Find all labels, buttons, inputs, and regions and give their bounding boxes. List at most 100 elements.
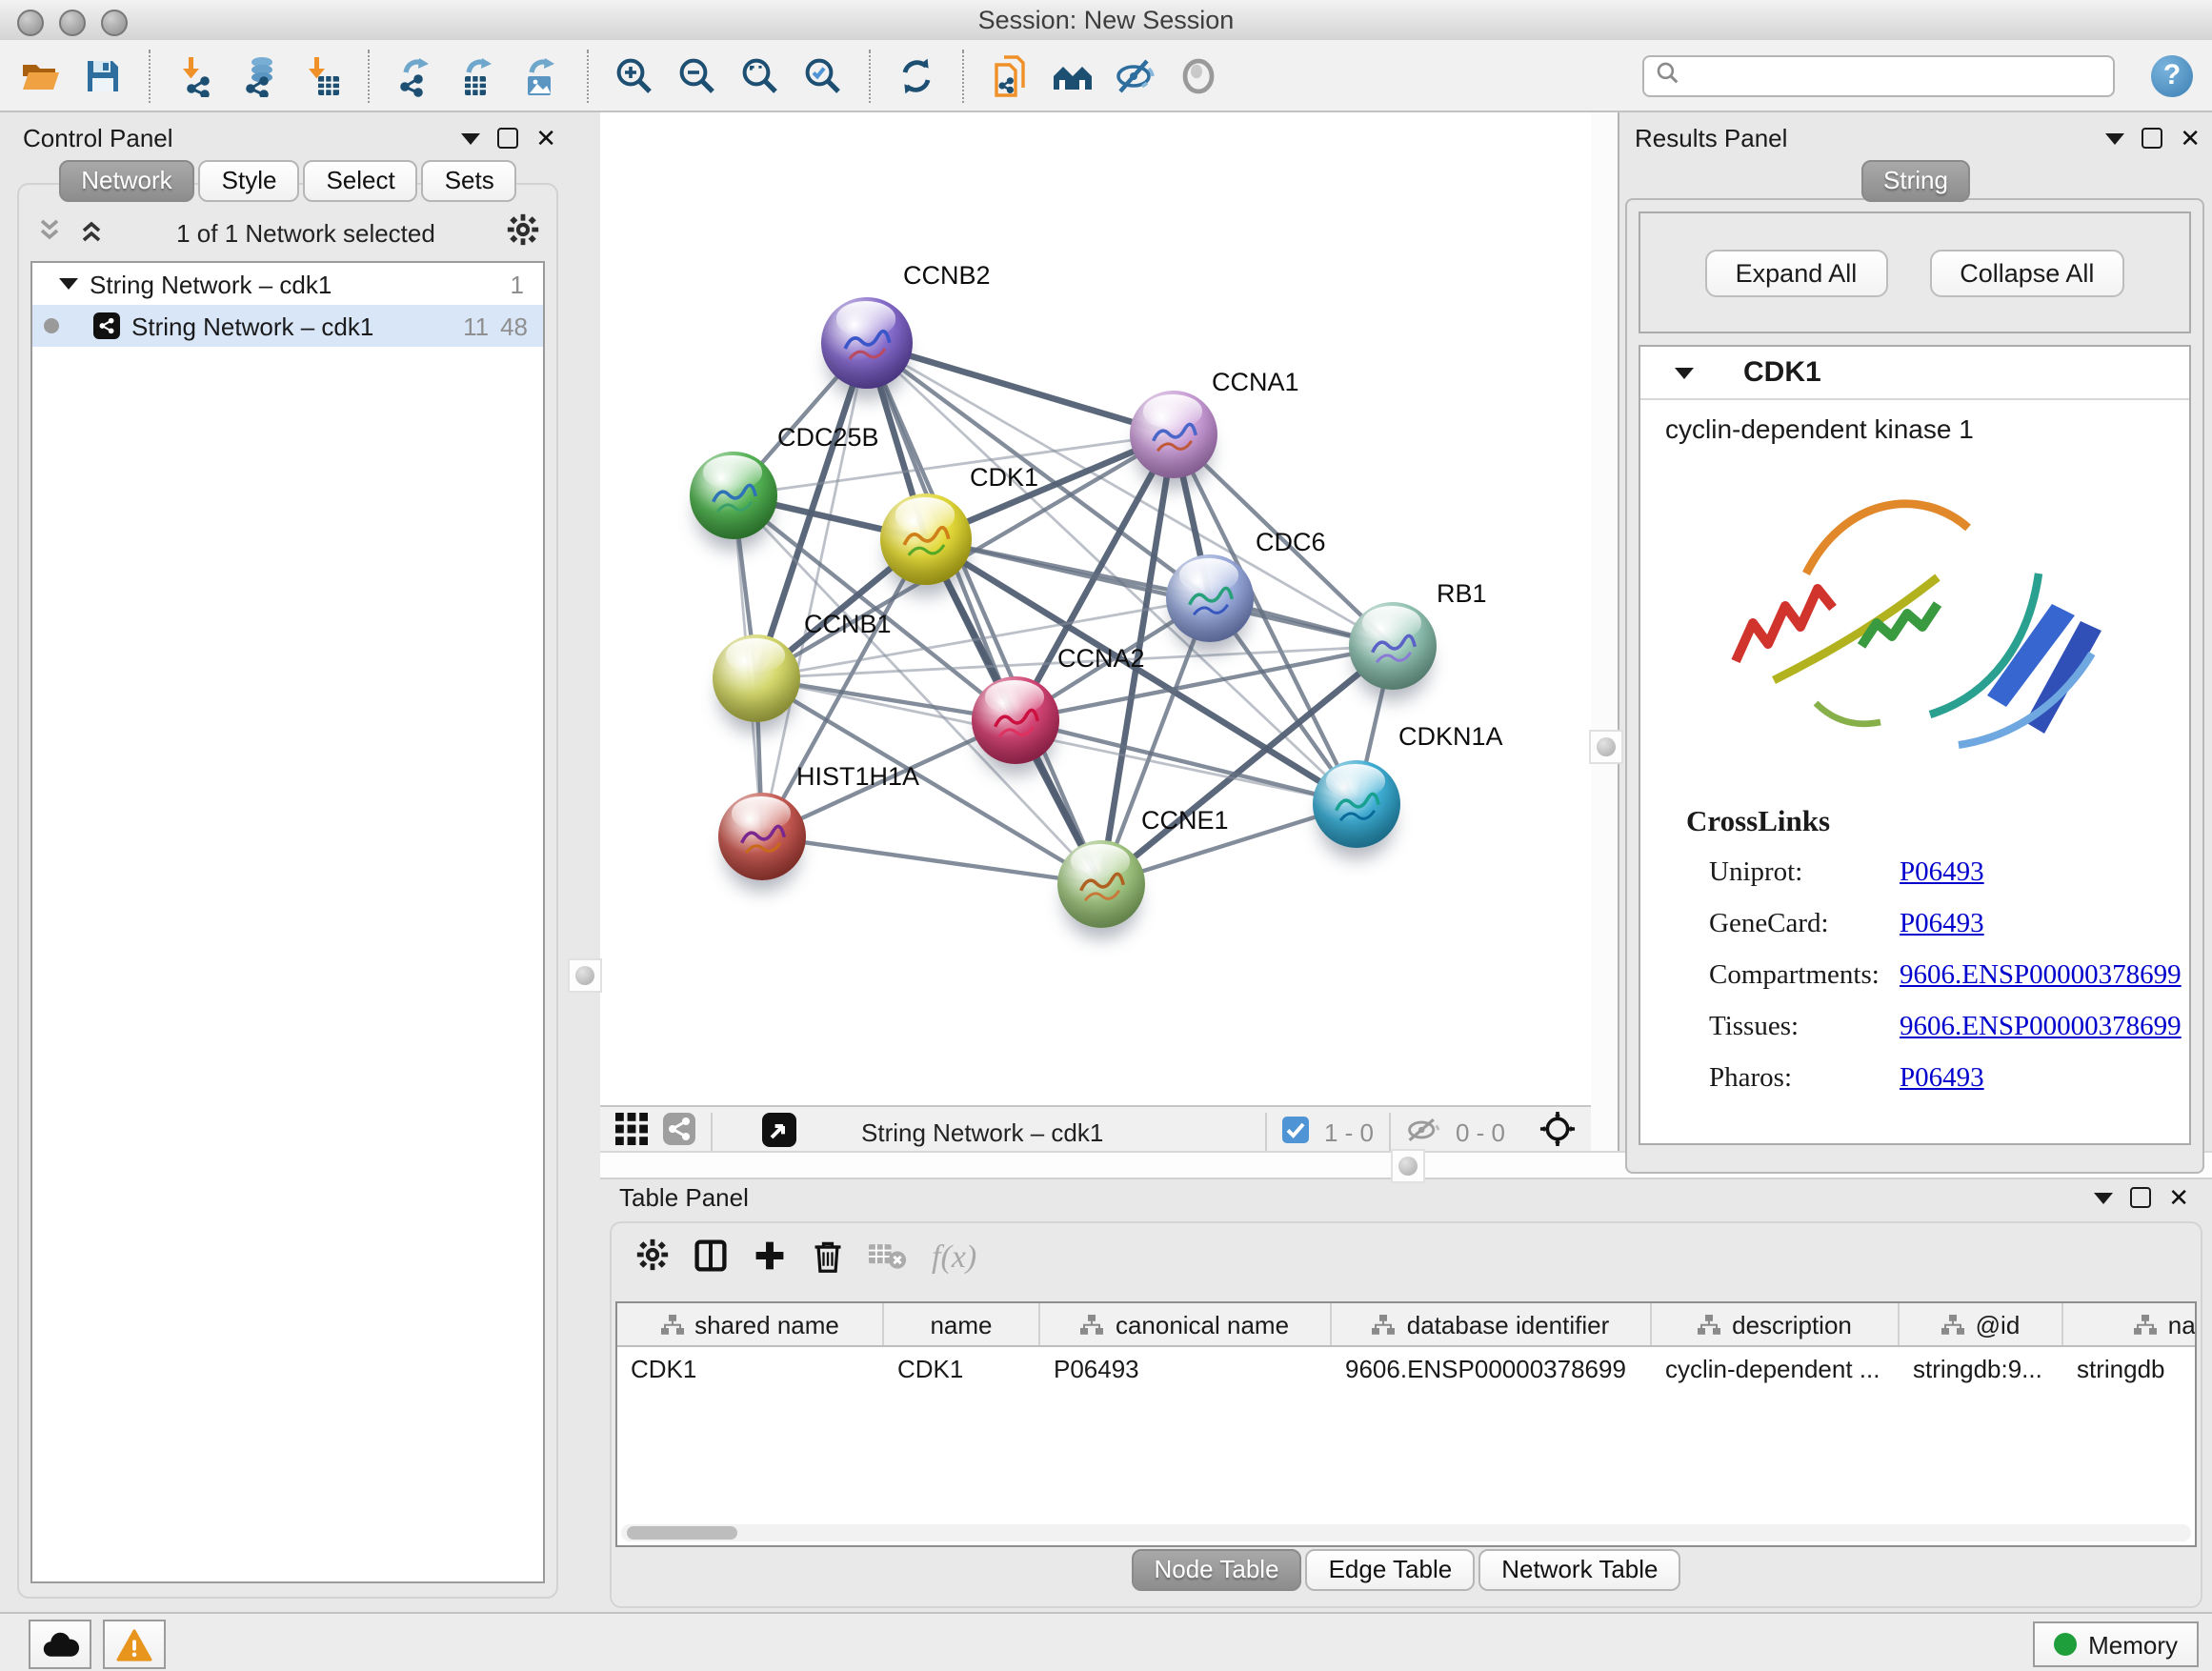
collapse-panel-icon[interactable] — [2105, 132, 2124, 144]
tree-expander-icon[interactable] — [59, 278, 78, 290]
open-session-icon[interactable] — [19, 54, 61, 96]
home-houses-icon[interactable] — [1052, 54, 1094, 96]
delete-column-icon[interactable] — [812, 1238, 844, 1278]
crosslink-link[interactable]: P06493 — [1900, 848, 1984, 899]
table-horizontal-scrollbar[interactable] — [621, 1524, 2191, 1541]
cell-canonical-name[interactable]: P06493 — [1040, 1347, 1332, 1389]
search-field[interactable] — [1642, 54, 2115, 96]
network-from-selection-icon[interactable] — [989, 54, 1031, 96]
show-columns-icon[interactable] — [694, 1238, 728, 1278]
network-node-CCNA1[interactable] — [1130, 391, 1217, 478]
network-row-selected[interactable]: String Network – cdk1 11 48 — [32, 305, 543, 347]
expand-all-networks-icon[interactable] — [78, 216, 105, 249]
crosslink-link[interactable]: P06493 — [1900, 899, 1984, 951]
birdseye-view-icon[interactable] — [762, 1112, 796, 1152]
collapse-panel-icon[interactable] — [461, 132, 480, 144]
collapse-all-networks-icon[interactable] — [36, 216, 63, 249]
import-network-icon[interactable] — [175, 54, 217, 96]
tab-string[interactable]: String — [1860, 160, 1971, 202]
warning-status-button[interactable] — [103, 1620, 166, 1669]
cell-namespace[interactable]: stringdb — [2063, 1347, 2197, 1389]
import-database-icon[interactable] — [238, 54, 280, 96]
crosslink-link[interactable]: 9606.ENSP00000378699 — [1900, 1002, 2182, 1054]
network-node-CCNA2[interactable] — [972, 676, 1059, 764]
column-header-@id[interactable]: @id — [1900, 1303, 2063, 1345]
table-row[interactable]: CDK1CDK1P064939606.ENSP00000378699cyclin… — [617, 1347, 2195, 1389]
main-area: Control Panel ✕ Network Style Select Set… — [0, 112, 2212, 1614]
network-canvas[interactable]: CCNB2CCNA1CDC25BCDK1CDC6RB1CCNB1CCNA2CDK… — [600, 112, 1591, 1105]
add-column-icon[interactable] — [753, 1238, 787, 1278]
column-header-namespace[interactable]: namespace — [2063, 1303, 2197, 1345]
cloud-status-button[interactable] — [29, 1620, 91, 1669]
search-input[interactable] — [1690, 60, 2101, 91]
network-node-HIST1H1A[interactable] — [718, 793, 806, 880]
network-node-CDC6[interactable] — [1166, 554, 1254, 642]
zoom-fit-icon[interactable] — [739, 54, 781, 96]
zoom-in-icon[interactable] — [613, 54, 655, 96]
float-panel-icon[interactable] — [2130, 1187, 2151, 1208]
tab-network-table[interactable]: Network Table — [1478, 1549, 1680, 1591]
tab-sets[interactable]: Sets — [422, 160, 517, 202]
zoom-selected-icon[interactable] — [802, 54, 844, 96]
zoom-out-icon[interactable] — [676, 54, 718, 96]
export-network-icon[interactable] — [394, 54, 436, 96]
cell-shared-name[interactable]: CDK1 — [617, 1347, 884, 1389]
crosslink-link[interactable]: 9606.ENSP00000378699 — [1900, 951, 2182, 1002]
column-header-name[interactable]: name — [884, 1303, 1040, 1345]
column-header-canonical-name[interactable]: canonical name — [1040, 1303, 1332, 1345]
close-panel-icon[interactable]: ✕ — [2168, 1188, 2189, 1207]
main-toolbar: ? — [0, 40, 2212, 112]
collapse-panel-icon[interactable] — [2094, 1192, 2113, 1203]
save-session-icon[interactable] — [82, 54, 124, 96]
refresh-layout-icon[interactable] — [895, 54, 937, 96]
cell-name[interactable]: CDK1 — [884, 1347, 1040, 1389]
table-settings-gear-icon[interactable] — [636, 1238, 669, 1277]
float-panel-icon[interactable] — [497, 128, 518, 149]
tab-edge-table[interactable]: Edge Table — [1306, 1549, 1476, 1591]
memory-button[interactable]: Memory — [2033, 1621, 2199, 1667]
cell-database-identifier[interactable]: 9606.ENSP00000378699 — [1332, 1347, 1652, 1389]
grid-view-icon[interactable] — [615, 1113, 648, 1151]
cell-@id[interactable]: stringdb:9... — [1900, 1347, 2063, 1389]
network-node-RB1[interactable] — [1349, 602, 1437, 690]
tab-node-table[interactable]: Node Table — [1131, 1549, 1301, 1591]
selected-checkbox-icon[interactable] — [1282, 1116, 1309, 1148]
eye-icon[interactable] — [1177, 54, 1219, 96]
protein-structure-image — [1700, 455, 2129, 795]
export-image-icon[interactable] — [520, 54, 562, 96]
network-collection-row[interactable]: String Network – cdk1 1 — [32, 263, 543, 305]
network-node-CCNE1[interactable] — [1057, 840, 1145, 928]
hide-selected-icon[interactable] — [1115, 54, 1156, 96]
network-right-splitter[interactable] — [1591, 112, 1619, 1157]
column-header-description[interactable]: description — [1652, 1303, 1900, 1345]
tab-network[interactable]: Network — [58, 160, 194, 202]
close-panel-icon[interactable]: ✕ — [535, 129, 556, 148]
column-type-icon — [1081, 1314, 1104, 1335]
crosslinks-list: Uniprot:P06493GeneCard:P06493Compartment… — [1686, 848, 2189, 1105]
tab-select[interactable]: Select — [303, 160, 417, 202]
collapse-entry-icon[interactable] — [1675, 367, 1694, 378]
help-icon[interactable]: ? — [2151, 54, 2193, 96]
network-share-icon[interactable] — [663, 1113, 695, 1151]
network-node-CDC25B[interactable] — [690, 452, 777, 539]
network-node-CDKN1A[interactable] — [1313, 760, 1400, 848]
splitter-handle-right[interactable] — [1589, 730, 1623, 764]
tab-style[interactable]: Style — [199, 160, 300, 202]
close-panel-icon[interactable]: ✕ — [2180, 129, 2201, 148]
network-node-CCNB2[interactable] — [821, 297, 913, 389]
cell-description[interactable]: cyclin-dependent ... — [1652, 1347, 1900, 1389]
network-node-CDK1[interactable] — [880, 493, 972, 585]
import-table-icon[interactable] — [301, 54, 343, 96]
expand-all-button[interactable]: Expand All — [1705, 249, 1888, 296]
column-header-database-identifier[interactable]: database identifier — [1332, 1303, 1652, 1345]
float-panel-icon[interactable] — [2142, 128, 2162, 149]
export-table-icon[interactable] — [457, 54, 499, 96]
crosshair-icon[interactable] — [1539, 1111, 1576, 1153]
gear-icon[interactable] — [507, 213, 539, 252]
column-header-shared-name[interactable]: shared name — [617, 1303, 884, 1345]
splitter-handle-left[interactable] — [568, 958, 602, 993]
collapse-all-button[interactable]: Collapse All — [1929, 249, 2124, 296]
hidden-eye-slash-icon[interactable] — [1406, 1116, 1440, 1148]
network-node-CCNB1[interactable] — [713, 634, 800, 722]
crosslink-link[interactable]: P06493 — [1900, 1054, 1984, 1105]
